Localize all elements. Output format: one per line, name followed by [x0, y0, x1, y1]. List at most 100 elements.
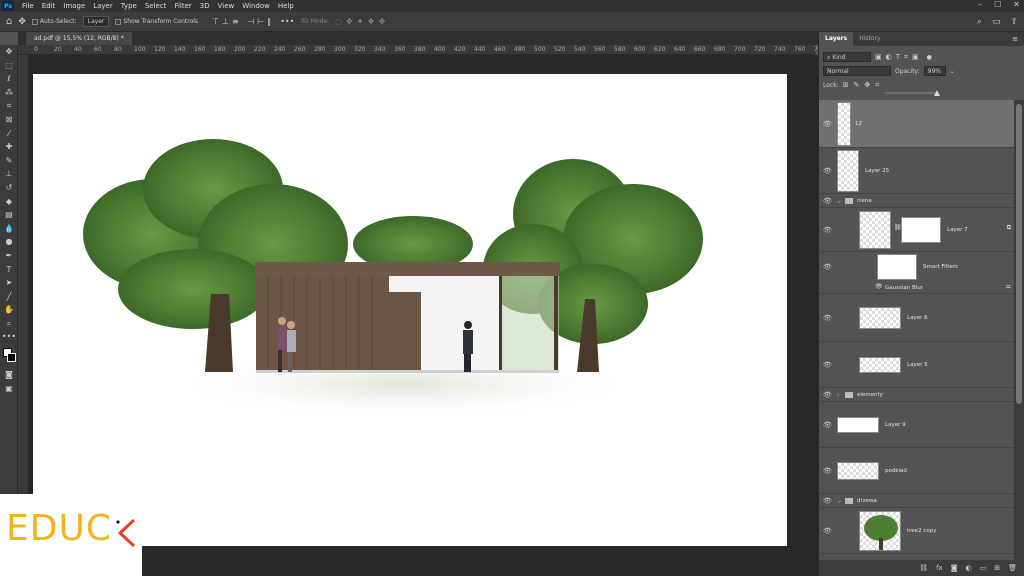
- auto-select-option[interactable]: Auto-Select:: [31, 18, 77, 25]
- history-brush-icon[interactable]: ↺: [0, 181, 18, 195]
- fx-icon[interactable]: fx: [936, 564, 943, 572]
- blur-tool-icon[interactable]: 💧: [0, 222, 18, 236]
- align-icons[interactable]: ⊤⊥≡ ⊣⊢‖: [212, 17, 274, 26]
- visibility-eye-icon[interactable]: 👁: [823, 226, 832, 234]
- layer-row[interactable]: 👁 12: [819, 100, 1015, 148]
- auto-select-dropdown[interactable]: Layer: [82, 16, 110, 27]
- visibility-eye-icon[interactable]: 👁: [823, 314, 832, 322]
- maximize-icon[interactable]: ☐: [994, 0, 1001, 9]
- document-canvas[interactable]: [33, 74, 787, 546]
- menu-file[interactable]: File: [18, 2, 38, 10]
- panel-menu-icon[interactable]: ≡: [1012, 35, 1018, 43]
- opacity-dropdown-icon[interactable]: ⌄: [950, 68, 955, 75]
- line-tool-icon[interactable]: ╱: [0, 290, 18, 304]
- menu-filter[interactable]: Filter: [170, 2, 195, 10]
- menu-edit[interactable]: Edit: [38, 2, 60, 10]
- auto-select-checkbox[interactable]: [31, 18, 38, 25]
- move-tool-icon[interactable]: ✥: [0, 45, 18, 59]
- magic-wand-icon[interactable]: ⁂: [0, 86, 18, 100]
- filter-row[interactable]: 👁 Gaussian Blur ⚌: [819, 282, 1015, 294]
- visibility-eye-icon[interactable]: 👁: [823, 197, 832, 205]
- visibility-eye-icon[interactable]: 👁: [823, 263, 832, 271]
- filter-options-icon[interactable]: ⚌: [1006, 283, 1011, 290]
- visibility-eye-icon[interactable]: 👁: [823, 527, 832, 535]
- link-layers-icon[interactable]: ⛓: [919, 564, 928, 572]
- zoom-tool-icon[interactable]: ⌕: [0, 317, 18, 331]
- add-mask-icon[interactable]: ◙: [951, 564, 958, 572]
- menu-layer[interactable]: Layer: [89, 2, 117, 10]
- home-icon[interactable]: ⌂: [6, 16, 12, 27]
- gradient-tool-icon[interactable]: ▤: [0, 208, 18, 222]
- brush-tool-icon[interactable]: ✎: [0, 154, 18, 168]
- eyedropper-icon[interactable]: ⁄: [0, 127, 18, 141]
- delete-layer-icon[interactable]: 🗑: [1008, 564, 1017, 572]
- move-tool-icon[interactable]: ✥: [18, 17, 26, 27]
- visibility-eye-icon[interactable]: 👁: [823, 497, 832, 505]
- crop-tool-icon[interactable]: ⌗: [0, 99, 18, 113]
- menu-select[interactable]: Select: [141, 2, 171, 10]
- layer-row[interactable]: 👁 Layer 6: [819, 294, 1015, 342]
- new-layer-icon[interactable]: ⊞: [994, 564, 1000, 572]
- menu-3d[interactable]: 3D: [196, 2, 214, 10]
- menu-image[interactable]: Image: [59, 2, 89, 10]
- menu-window[interactable]: Window: [238, 2, 274, 10]
- pen-tool-icon[interactable]: ✒: [0, 249, 18, 263]
- blend-mode-dropdown[interactable]: Normal: [823, 66, 891, 76]
- scrollbar-thumb[interactable]: [1016, 104, 1022, 404]
- visibility-eye-icon[interactable]: 👁: [823, 391, 832, 399]
- path-selection-icon[interactable]: ➤: [0, 276, 18, 290]
- layers-scrollbar[interactable]: [1014, 100, 1024, 560]
- tab-layers[interactable]: Layers: [819, 32, 854, 46]
- filter-kind-dropdown[interactable]: ⌕ Kind: [823, 52, 871, 62]
- minimize-icon[interactable]: –: [978, 0, 982, 9]
- frame-tool-icon[interactable]: ⊠: [0, 113, 18, 127]
- screen-mode-icon[interactable]: ▣: [0, 382, 18, 396]
- tab-history[interactable]: History: [853, 32, 886, 46]
- layer-row[interactable]: 👁 podklad: [819, 448, 1015, 494]
- chevron-right-icon[interactable]: ›: [837, 391, 839, 398]
- filter-toggle-icon[interactable]: ●: [927, 54, 932, 61]
- visibility-eye-icon[interactable]: 👁: [823, 361, 832, 369]
- close-icon[interactable]: ✕: [1013, 0, 1020, 9]
- opacity-slider[interactable]: [885, 90, 943, 96]
- lock-icons[interactable]: ⊞✎✥⌗: [843, 81, 885, 90]
- visibility-eye-icon[interactable]: 👁: [875, 283, 883, 290]
- group-row[interactable]: 👁 ⌄ drzewa: [819, 494, 1015, 508]
- layer-row[interactable]: 👁 Layer 9: [819, 402, 1015, 448]
- menu-type[interactable]: Type: [117, 2, 141, 10]
- more-tools-icon[interactable]: •••: [0, 330, 18, 344]
- smart-filter-row[interactable]: 👁 Smart Filters: [819, 252, 1015, 282]
- color-swatches-icon[interactable]: [0, 344, 18, 368]
- visibility-eye-icon[interactable]: 👁: [823, 120, 832, 128]
- layer-row[interactable]: 👁 ⛓ Layer 7 ⧉: [819, 208, 1015, 252]
- new-group-icon[interactable]: ▭: [980, 564, 987, 572]
- chevron-down-icon[interactable]: ⌄: [837, 197, 842, 204]
- layer-row[interactable]: 👁 Layer 5: [819, 342, 1015, 388]
- group-row[interactable]: 👁 ⌄ ciena: [819, 194, 1015, 208]
- visibility-eye-icon[interactable]: 👁: [823, 167, 832, 175]
- opacity-input[interactable]: 99%: [923, 66, 946, 76]
- more-options-icon[interactable]: •••: [280, 17, 294, 26]
- hand-tool-icon[interactable]: ✋: [0, 303, 18, 317]
- lasso-tool-icon[interactable]: ℓ: [0, 72, 18, 86]
- clone-stamp-icon[interactable]: ⊥: [0, 167, 18, 181]
- document-tab[interactable]: ad.pdf @ 15,5% (12, RGB/8) *: [26, 32, 132, 45]
- transform-checkbox[interactable]: [115, 18, 122, 25]
- healing-brush-icon[interactable]: ✚: [0, 140, 18, 154]
- dodge-tool-icon[interactable]: ●: [0, 235, 18, 249]
- layer-row[interactable]: 👁 Layer 25: [819, 148, 1015, 194]
- share-icon[interactable]: ⇪: [1010, 17, 1018, 27]
- adjustment-layer-icon[interactable]: ◐: [966, 564, 972, 572]
- layer-row[interactable]: 👁 tree2 copy: [819, 508, 1015, 554]
- transform-controls-option[interactable]: Show Transform Controls: [115, 18, 198, 25]
- group-row[interactable]: 👁 › elementy: [819, 388, 1015, 402]
- quick-mask-icon[interactable]: ◙: [0, 368, 18, 382]
- menu-help[interactable]: Help: [274, 2, 298, 10]
- chevron-down-icon[interactable]: ⌄: [837, 497, 842, 504]
- search-icon[interactable]: ⌕: [977, 17, 982, 27]
- type-tool-icon[interactable]: T: [0, 263, 18, 277]
- visibility-eye-icon[interactable]: 👁: [823, 467, 832, 475]
- menu-view[interactable]: View: [214, 2, 239, 10]
- workspace-icon[interactable]: ▭: [992, 17, 1001, 27]
- marquee-tool-icon[interactable]: ⬚: [0, 59, 18, 73]
